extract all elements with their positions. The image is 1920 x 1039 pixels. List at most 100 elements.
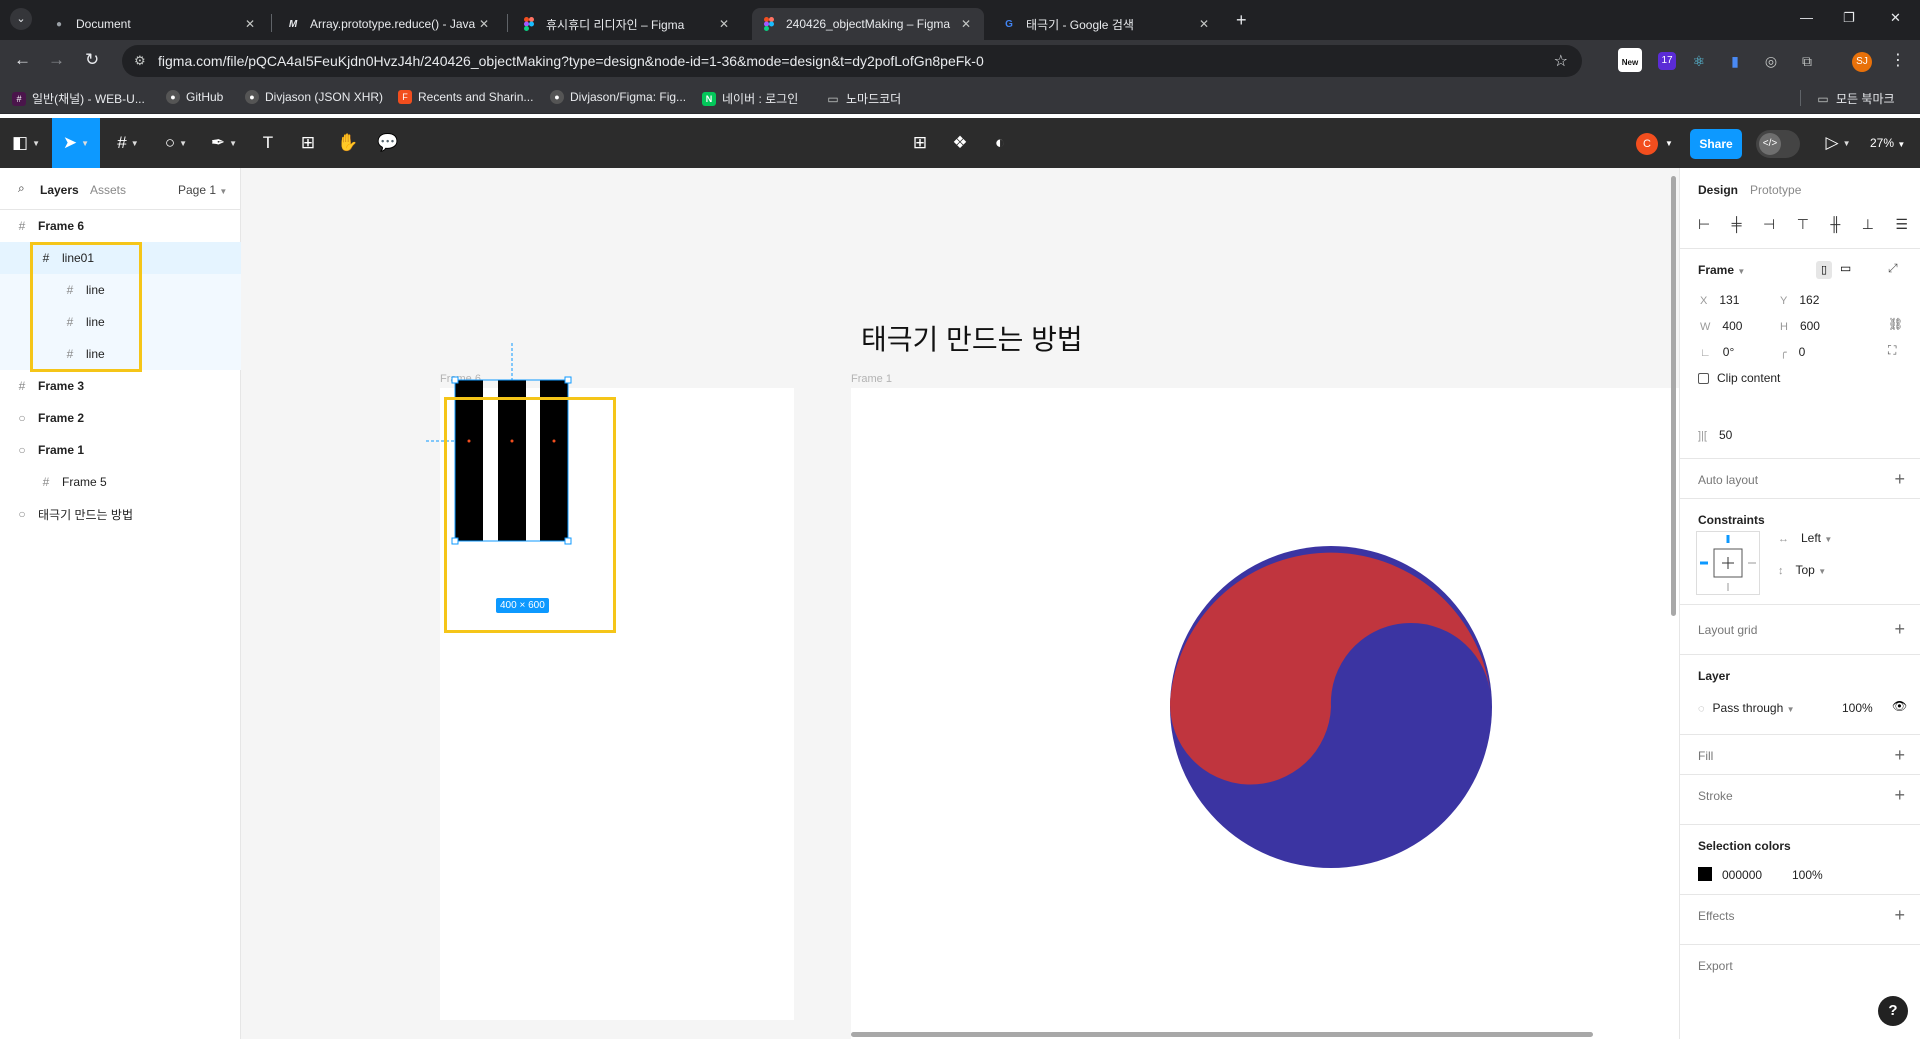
close-icon[interactable]: ✕	[476, 17, 492, 31]
vertical-scrollbar[interactable]	[1671, 176, 1676, 616]
site-info-icon[interactable]: ⚙	[134, 53, 146, 69]
comment-tool-icon[interactable]: 💬	[372, 118, 404, 168]
add-auto-layout-icon[interactable]: +	[1894, 469, 1905, 490]
search-icon[interactable]: ⌕	[18, 181, 25, 196]
zoom-level[interactable]: 27% ▼	[1870, 136, 1905, 150]
all-bookmarks-folder[interactable]: ▭ 모든 북마크	[1816, 90, 1894, 107]
browser-menu-icon[interactable]: ⋮	[1890, 50, 1906, 70]
dev-mode-toggle[interactable]: </>	[1756, 130, 1800, 158]
bookmark-item[interactable]: F Recents and Sharin...	[398, 90, 533, 104]
align-bottom-icon[interactable]: ⊥	[1862, 216, 1874, 236]
constraint-vertical-select[interactable]: ↕ Top ▼	[1778, 563, 1826, 577]
shape-tool-icon[interactable]: ○ ▼	[156, 118, 196, 168]
frame-tool-icon[interactable]: # ▼	[108, 118, 148, 168]
width-field[interactable]: W 400	[1700, 319, 1742, 333]
clip-content-checkbox[interactable]: Clip content	[1698, 371, 1780, 385]
selection-color-hex[interactable]: 000000	[1722, 868, 1762, 882]
align-vertical-center-icon[interactable]: ╫	[1830, 216, 1840, 236]
share-button[interactable]: Share	[1690, 129, 1742, 159]
bookmark-item[interactable]: # 일반(채널) - WEB-U...	[12, 90, 145, 107]
bookmark-item[interactable]: ● Divjason (JSON XHR)	[245, 90, 383, 104]
bookmark-star-icon[interactable]: ☆	[1554, 51, 1568, 71]
docs-extension-icon[interactable]: ▮	[1726, 52, 1744, 70]
portrait-icon[interactable]: ▯	[1816, 261, 1832, 279]
bookmark-folder[interactable]: ▭ 노마드코더	[826, 90, 901, 107]
corner-radius-field[interactable]: ╭ 0	[1780, 345, 1805, 359]
mask-icon[interactable]: ◐	[984, 118, 1016, 168]
constraints-widget[interactable]	[1696, 531, 1760, 595]
canvas-title-text[interactable]: 태극기 만드는 방법	[861, 318, 1083, 358]
close-icon[interactable]: ✕	[242, 17, 258, 31]
y-field[interactable]: Y 162	[1780, 293, 1819, 307]
back-icon[interactable]: ←	[14, 50, 31, 70]
tab-design[interactable]: Design	[1698, 183, 1738, 197]
landscape-icon[interactable]: ▭	[1840, 261, 1851, 275]
close-icon[interactable]: ✕	[958, 17, 974, 31]
help-button[interactable]: ?	[1878, 996, 1908, 1026]
tab-assets[interactable]: Assets	[90, 183, 126, 197]
pen-tool-icon[interactable]: ✒ ▼	[204, 118, 244, 168]
move-tool-icon[interactable]: ➤ ▼	[52, 118, 100, 168]
profile-avatar[interactable]: SJ	[1852, 52, 1872, 72]
layer-frame-6[interactable]: # Frame 6	[0, 210, 241, 242]
reload-icon[interactable]: ↻	[85, 50, 99, 70]
tab-figma-redesign[interactable]: 휴시휴디 리디자인 – Figma ✕	[512, 8, 742, 40]
taegeuk-circle[interactable]	[1170, 546, 1492, 868]
frame-section-header[interactable]: Frame ▼	[1698, 263, 1745, 277]
opacity-field[interactable]: 100%	[1842, 701, 1873, 715]
align-top-icon[interactable]: ⊤	[1797, 216, 1809, 236]
blend-mode-select[interactable]: ◌ Pass through ▼	[1698, 701, 1795, 715]
forward-icon[interactable]: →	[48, 50, 65, 70]
horizontal-scrollbar[interactable]	[851, 1032, 1593, 1037]
create-component-icon[interactable]: ⊞	[904, 118, 936, 168]
minimize-icon[interactable]: —	[1800, 10, 1813, 25]
design-canvas[interactable]: 태극기 만드는 방법 Frame 6 Frame 1 400 × 600	[241, 168, 1679, 1039]
add-effect-icon[interactable]: +	[1894, 905, 1905, 926]
layer-frame-3[interactable]: # Frame 3	[0, 370, 241, 402]
url-text[interactable]: figma.com/file/pQCA4aI5FeuKjdn0HvzJ4h/24…	[158, 53, 984, 69]
layer-frame-2[interactable]: ○ Frame 2	[0, 402, 241, 434]
record-extension-icon[interactable]: ◎	[1762, 52, 1780, 70]
collaborator-avatar[interactable]: C	[1636, 133, 1658, 155]
x-field[interactable]: X 131	[1700, 293, 1739, 307]
align-left-icon[interactable]: ⊢	[1698, 216, 1710, 236]
frame-1-label[interactable]: Frame 1	[851, 373, 892, 385]
resources-icon[interactable]: ⊞	[292, 118, 324, 168]
extensions-puzzle-icon[interactable]: ⧉	[1798, 52, 1816, 70]
align-right-icon[interactable]: ⊣	[1763, 216, 1775, 236]
distribute-icon[interactable]: ☰	[1895, 216, 1908, 236]
selection-color-opacity[interactable]: 100%	[1792, 868, 1823, 882]
figma-main-menu-icon[interactable]: ◧ ▼	[8, 118, 44, 168]
spacing-field[interactable]: ]|[50	[1698, 428, 1732, 442]
bookmark-item[interactable]: ● Divjason/Figma: Fig...	[550, 90, 686, 104]
react-devtools-icon[interactable]: ⚛	[1690, 52, 1708, 70]
resize-to-fit-icon[interactable]: ⤢	[1888, 261, 1898, 276]
tab-prototype[interactable]: Prototype	[1750, 183, 1801, 197]
tab-array-reduce[interactable]: M Array.prototype.reduce() - Java ✕	[276, 8, 502, 40]
extension-badge-icon[interactable]: 17	[1658, 52, 1676, 70]
add-layout-grid-icon[interactable]: +	[1894, 619, 1905, 640]
new-tab-button[interactable]: +	[1236, 10, 1247, 31]
present-icon[interactable]: ▷ ▼	[1820, 118, 1856, 168]
visibility-eye-icon[interactable]: 👁	[1892, 699, 1907, 713]
bookmark-item[interactable]: ● GitHub	[166, 90, 223, 104]
add-stroke-icon[interactable]: +	[1894, 785, 1905, 806]
restore-icon[interactable]: ❐	[1843, 10, 1855, 26]
rotation-field[interactable]: ∟ 0°	[1700, 345, 1734, 359]
tab-figma-objectmaking[interactable]: 240426_objectMaking – Figma ✕	[752, 8, 984, 40]
close-icon[interactable]: ✕	[1196, 17, 1212, 31]
text-tool-icon[interactable]: T	[252, 118, 284, 168]
height-field[interactable]: H 600	[1780, 319, 1820, 333]
chevron-down-icon[interactable]: ▼	[1662, 118, 1676, 168]
tab-layers[interactable]: Layers	[40, 183, 79, 197]
page-selector[interactable]: Page 1 ▼	[178, 183, 227, 197]
constraint-horizontal-select[interactable]: ↔ Left ▼	[1778, 531, 1832, 545]
hand-tool-icon[interactable]: ✋	[332, 118, 364, 168]
tab-search-menu-icon[interactable]: ⌄	[10, 8, 32, 30]
tab-document[interactable]: ● Document ✕	[42, 8, 268, 40]
add-fill-icon[interactable]: +	[1894, 745, 1905, 766]
constrain-proportions-icon[interactable]: ⛓	[1888, 317, 1903, 331]
extension-new-icon[interactable]: New	[1618, 48, 1642, 72]
close-window-icon[interactable]: ✕	[1890, 10, 1901, 26]
tab-google-search[interactable]: G 태극기 - Google 검색 ✕	[992, 8, 1222, 40]
